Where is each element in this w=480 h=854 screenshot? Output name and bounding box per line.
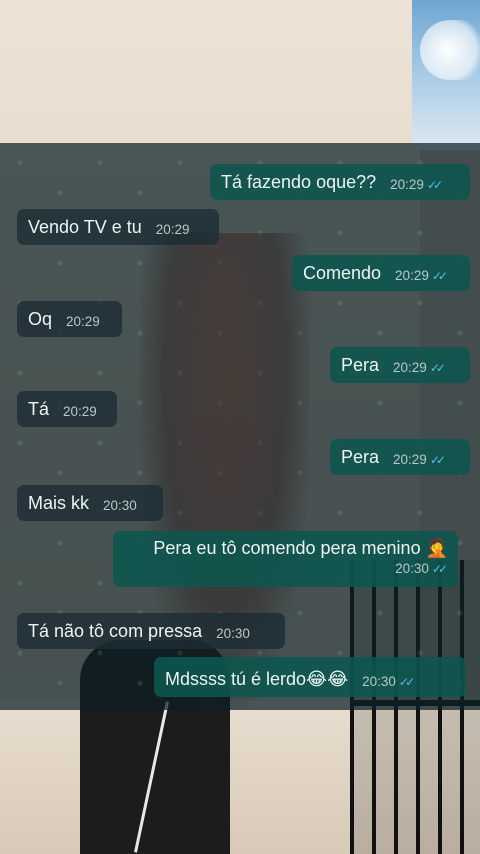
message-time: 20:30 <box>395 561 429 576</box>
message-text: Mdssss tú é lerdo😂😂 <box>165 669 349 689</box>
message-meta: 20:29 <box>63 404 97 420</box>
message-bubble-outgoing[interactable]: Pera 20:29 ✓✓ <box>330 439 470 475</box>
message-bubble-incoming[interactable]: Mais kk 20:30 <box>17 485 163 521</box>
chat-screenshot-overlay: Tá fazendo oque?? 20:29 ✓✓ Vendo TV e tu… <box>0 143 480 710</box>
message-meta: 20:29 <box>156 222 190 238</box>
message-time: 20:29 <box>393 360 427 375</box>
message-meta: 20:30 ✓✓ <box>395 561 448 577</box>
message-bubble-outgoing[interactable]: Pera 20:29 ✓✓ <box>330 347 470 383</box>
message-time: 20:29 <box>390 177 424 192</box>
message-bubble-outgoing[interactable]: Tá fazendo oque?? 20:29 ✓✓ <box>210 164 470 200</box>
message-bubble-outgoing[interactable]: Pera eu tô comendo pera menino 🤦 20:30 ✓… <box>113 531 458 587</box>
message-time: 20:30 <box>362 674 396 689</box>
message-text: Oq <box>28 309 53 329</box>
message-meta: 20:29 <box>66 314 100 330</box>
message-text: Comendo <box>303 263 382 283</box>
background-cloud <box>420 20 480 80</box>
read-receipt-icon: ✓✓ <box>429 361 446 375</box>
message-text: Pera eu tô comendo pera menino 🤦 <box>153 538 448 558</box>
message-bubble-incoming[interactable]: Tá 20:29 <box>17 391 117 427</box>
message-meta: 20:29 ✓✓ <box>395 268 448 284</box>
read-receipt-icon: ✓✓ <box>398 675 415 689</box>
message-meta: 20:30 <box>103 498 137 514</box>
message-time: 20:29 <box>393 452 427 467</box>
message-time: 20:30 <box>103 498 137 513</box>
message-meta: 20:29 ✓✓ <box>390 177 443 193</box>
message-time: 20:29 <box>155 222 190 237</box>
message-meta: 20:30 <box>216 626 250 642</box>
message-meta: 20:30 ✓✓ <box>362 674 415 690</box>
read-receipt-icon: ✓✓ <box>431 562 448 576</box>
message-text: Vendo TV e tu <box>28 217 142 237</box>
message-time: 20:29 <box>63 404 97 419</box>
message-meta: 20:29 ✓✓ <box>393 360 446 376</box>
message-text: Pera <box>341 355 380 375</box>
message-text: Tá não tô com pressa <box>28 621 203 641</box>
read-receipt-icon: ✓✓ <box>431 269 448 283</box>
message-bubble-incoming[interactable]: Vendo TV e tu 20:29 <box>17 209 219 245</box>
message-meta: 20:29 ✓✓ <box>393 452 446 468</box>
message-text: Mais kk <box>28 493 90 513</box>
message-text: Tá <box>28 399 50 419</box>
read-receipt-icon: ✓✓ <box>429 453 446 467</box>
message-bubble-incoming[interactable]: Oq 20:29 <box>17 301 122 337</box>
message-bubble-incoming[interactable]: Tá não tô com pressa 20:30 <box>17 613 285 649</box>
message-bubble-outgoing[interactable]: Mdssss tú é lerdo😂😂 20:30 ✓✓ <box>154 657 466 697</box>
message-bubble-outgoing[interactable]: Comendo 20:29 ✓✓ <box>292 255 470 291</box>
message-time: 20:29 <box>395 268 429 283</box>
message-time: 20:30 <box>216 626 250 641</box>
message-text: Tá fazendo oque?? <box>221 172 377 192</box>
read-receipt-icon: ✓✓ <box>426 178 443 192</box>
message-time: 20:29 <box>66 314 100 329</box>
message-text: Pera <box>341 447 380 467</box>
